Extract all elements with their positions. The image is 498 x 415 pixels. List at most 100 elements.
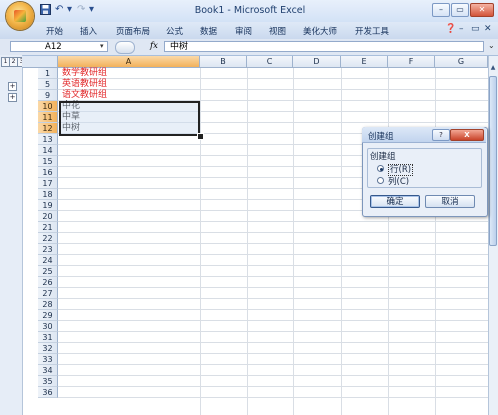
row-header[interactable]: 30	[38, 321, 58, 332]
name-box[interactable]: A12	[10, 41, 108, 52]
table-row[interactable]	[58, 387, 488, 398]
row-header[interactable]: 27	[38, 288, 58, 299]
select-all-corner[interactable]	[22, 56, 58, 68]
row-header[interactable]: 34	[38, 365, 58, 376]
row-header[interactable]: 15	[38, 156, 58, 167]
cell-a-text[interactable]: 英语教研组	[62, 79, 107, 90]
row-header[interactable]: 12	[38, 123, 58, 134]
table-row[interactable]	[58, 68, 488, 79]
scrollbar-thumb[interactable]	[489, 76, 497, 246]
row-header[interactable]: 22	[38, 233, 58, 244]
cancel-button[interactable]: 取消	[425, 195, 475, 208]
cell-selection-range[interactable]	[59, 101, 200, 136]
row-header[interactable]: 18	[38, 189, 58, 200]
save-icon[interactable]	[40, 4, 51, 18]
row-header[interactable]: 35	[38, 376, 58, 387]
ribbon-close-button[interactable]: ✕	[484, 24, 492, 34]
restore-button[interactable]: ▭	[451, 3, 469, 17]
column-header-b[interactable]: B	[200, 56, 247, 68]
row-header[interactable]: 23	[38, 244, 58, 255]
ok-button[interactable]: 确定	[370, 195, 420, 208]
table-row[interactable]	[58, 255, 488, 266]
row-header[interactable]: 24	[38, 255, 58, 266]
outline-expand-button[interactable]: +	[8, 93, 17, 102]
outline-expand-button[interactable]: +	[8, 82, 17, 91]
row-header[interactable]: 9	[38, 90, 58, 101]
insert-function-button[interactable]: fx	[150, 41, 158, 51]
table-row[interactable]	[58, 90, 488, 101]
row-header[interactable]: 26	[38, 277, 58, 288]
table-row[interactable]	[58, 277, 488, 288]
ribbon-restore-button[interactable]: ▭	[471, 24, 480, 34]
row-header[interactable]: 11	[38, 112, 58, 123]
office-button[interactable]	[6, 2, 34, 30]
row-header[interactable]: 36	[38, 387, 58, 398]
table-row[interactable]	[58, 332, 488, 343]
fill-handle[interactable]	[197, 133, 204, 140]
row-header[interactable]: 1	[38, 68, 58, 79]
scroll-up-arrow-icon[interactable]: ▲	[489, 64, 497, 72]
row-header[interactable]: 13	[38, 134, 58, 145]
row-header[interactable]: 5	[38, 79, 58, 90]
radio-columns[interactable]	[377, 177, 384, 184]
tab-insert[interactable]: 插入	[80, 25, 97, 37]
table-row[interactable]	[58, 244, 488, 255]
table-row[interactable]	[58, 321, 488, 332]
row-header[interactable]: 29	[38, 310, 58, 321]
row-header[interactable]: 31	[38, 332, 58, 343]
cell-a-text[interactable]: 数学教研组	[62, 68, 107, 79]
column-header-c[interactable]: C	[247, 56, 293, 68]
close-button[interactable]: ✕	[470, 3, 494, 17]
row-header[interactable]: 16	[38, 167, 58, 178]
row-header[interactable]: 33	[38, 354, 58, 365]
undo-dropdown-icon[interactable]: ▾	[67, 4, 72, 18]
table-row[interactable]	[58, 222, 488, 233]
dialog-close-button[interactable]: X	[450, 129, 484, 141]
formula-expand-icon[interactable]: ⌄	[488, 41, 495, 50]
formula-bar-resize-handle[interactable]	[115, 41, 135, 54]
tab-developer[interactable]: 开发工具	[355, 25, 389, 37]
cell-a-text[interactable]: 语文教研组	[62, 90, 107, 101]
row-header[interactable]: 14	[38, 145, 58, 156]
minimize-button[interactable]: –	[432, 3, 450, 17]
table-row[interactable]	[58, 343, 488, 354]
tab-view[interactable]: 视图	[269, 25, 286, 37]
table-row[interactable]	[58, 299, 488, 310]
tab-data[interactable]: 数据	[200, 25, 217, 37]
table-row[interactable]	[58, 376, 488, 387]
column-header-g[interactable]: G	[435, 56, 488, 68]
tab-formulas[interactable]: 公式	[166, 25, 183, 37]
column-header-a[interactable]: A	[58, 56, 200, 68]
row-header[interactable]: 25	[38, 266, 58, 277]
radio-rows[interactable]	[377, 165, 384, 172]
table-row[interactable]	[58, 266, 488, 277]
ribbon-minimize-button[interactable]: –	[459, 24, 464, 34]
name-box-dropdown-icon[interactable]: ▾	[100, 42, 104, 50]
row-header[interactable]: 20	[38, 211, 58, 222]
redo-icon[interactable]: ↷	[77, 4, 85, 18]
table-row[interactable]	[58, 365, 488, 376]
row-header[interactable]: 21	[38, 222, 58, 233]
radio-rows-label[interactable]: 行(R)	[388, 163, 414, 176]
column-header-e[interactable]: E	[341, 56, 388, 68]
column-header-d[interactable]: D	[293, 56, 341, 68]
undo-icon[interactable]: ↶	[55, 4, 63, 18]
row-header[interactable]: 10	[38, 101, 58, 112]
table-row[interactable]	[58, 288, 488, 299]
radio-columns-label[interactable]: 列(C)	[388, 175, 409, 187]
row-header[interactable]: 28	[38, 299, 58, 310]
formula-input[interactable]: 中树	[164, 41, 484, 52]
column-header-f[interactable]: F	[388, 56, 435, 68]
tab-beautify-master[interactable]: 美化大师	[303, 25, 337, 37]
table-row[interactable]	[58, 233, 488, 244]
table-row[interactable]	[58, 79, 488, 90]
tab-review[interactable]: 审阅	[235, 25, 252, 37]
row-header[interactable]: 17	[38, 178, 58, 189]
table-row[interactable]	[58, 354, 488, 365]
tab-home[interactable]: 开始	[46, 25, 63, 37]
dialog-help-button[interactable]: ?	[432, 129, 450, 141]
row-header[interactable]: 19	[38, 200, 58, 211]
help-icon[interactable]: ❓	[445, 24, 456, 34]
row-header[interactable]: 32	[38, 343, 58, 354]
table-row[interactable]	[58, 310, 488, 321]
